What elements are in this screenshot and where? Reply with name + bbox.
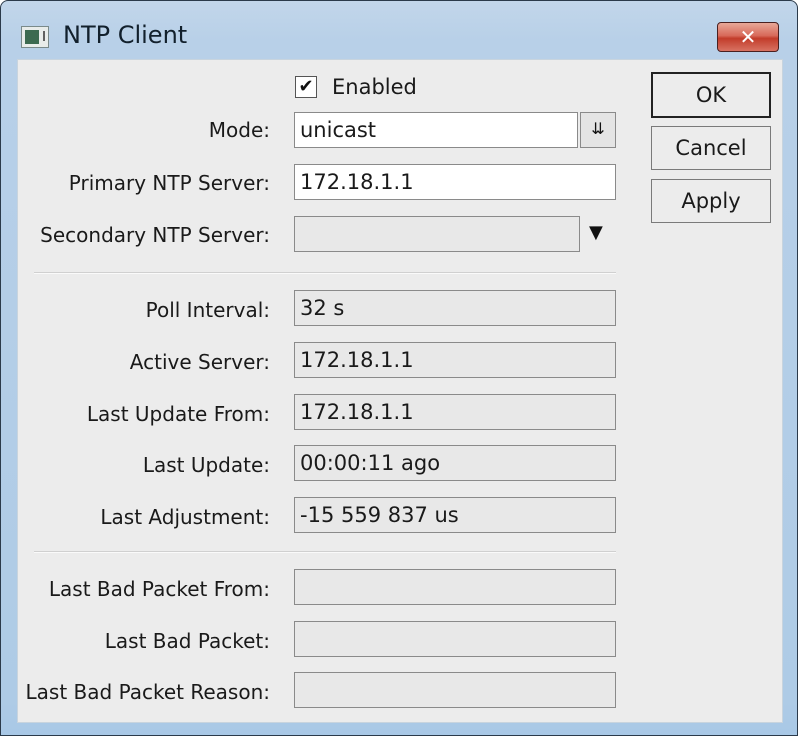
last-bad-packet-from-label: Last Bad Packet From: <box>48 577 270 601</box>
apply-button[interactable]: Apply <box>651 179 771 223</box>
last-bad-packet-field <box>294 621 616 657</box>
dialog-body: ✔ Enabled Mode: unicast ⇊ Primary NTP Se… <box>17 59 783 723</box>
window-title: NTP Client <box>63 21 188 49</box>
cancel-button[interactable]: Cancel <box>651 126 771 170</box>
ntp-client-window: NTP Client ✕ ✔ Enabled Mode: unicast ⇊ P… <box>0 0 798 736</box>
close-icon: ✕ <box>739 25 757 49</box>
active-server-label: Active Server: <box>129 350 270 374</box>
secondary-ntp-server-input[interactable] <box>294 216 580 252</box>
secondary-ntp-server-label: Secondary NTP Server: <box>40 223 270 247</box>
last-bad-packet-reason-label: Last Bad Packet Reason: <box>25 680 270 704</box>
window-app-icon <box>21 26 49 48</box>
last-adjustment-label: Last Adjustment: <box>100 505 270 529</box>
last-update-label: Last Update: <box>142 453 270 477</box>
ok-button[interactable]: OK <box>651 72 771 118</box>
secondary-server-dropdown-icon[interactable]: ▼ <box>589 222 603 243</box>
active-server-field: 172.18.1.1 <box>294 342 616 378</box>
enabled-checkbox[interactable]: ✔ <box>295 76 317 98</box>
primary-ntp-server-label: Primary NTP Server: <box>68 171 270 195</box>
mode-select[interactable]: unicast <box>294 112 578 148</box>
last-bad-packet-label: Last Bad Packet: <box>104 629 270 653</box>
separator <box>34 551 616 553</box>
mode-dropdown-button[interactable]: ⇊ <box>580 112 616 148</box>
mode-label: Mode: <box>208 118 270 142</box>
double-arrow-down-icon: ⇊ <box>591 119 605 138</box>
enabled-label[interactable]: Enabled <box>332 75 417 99</box>
checkmark-icon: ✔ <box>298 76 314 97</box>
title-bar[interactable]: NTP Client ✕ <box>1 1 797 59</box>
last-bad-packet-reason-field <box>294 672 616 708</box>
poll-interval-field: 32 s <box>294 290 616 326</box>
last-update-field: 00:00:11 ago <box>294 445 616 481</box>
last-bad-packet-from-field <box>294 569 616 605</box>
last-adjustment-field: -15 559 837 us <box>294 497 616 533</box>
separator <box>34 272 616 274</box>
last-update-from-label: Last Update From: <box>86 402 270 426</box>
poll-interval-label: Poll Interval: <box>145 298 270 322</box>
close-button[interactable]: ✕ <box>717 22 779 52</box>
last-update-from-field: 172.18.1.1 <box>294 394 616 430</box>
primary-ntp-server-input[interactable]: 172.18.1.1 <box>294 164 616 200</box>
